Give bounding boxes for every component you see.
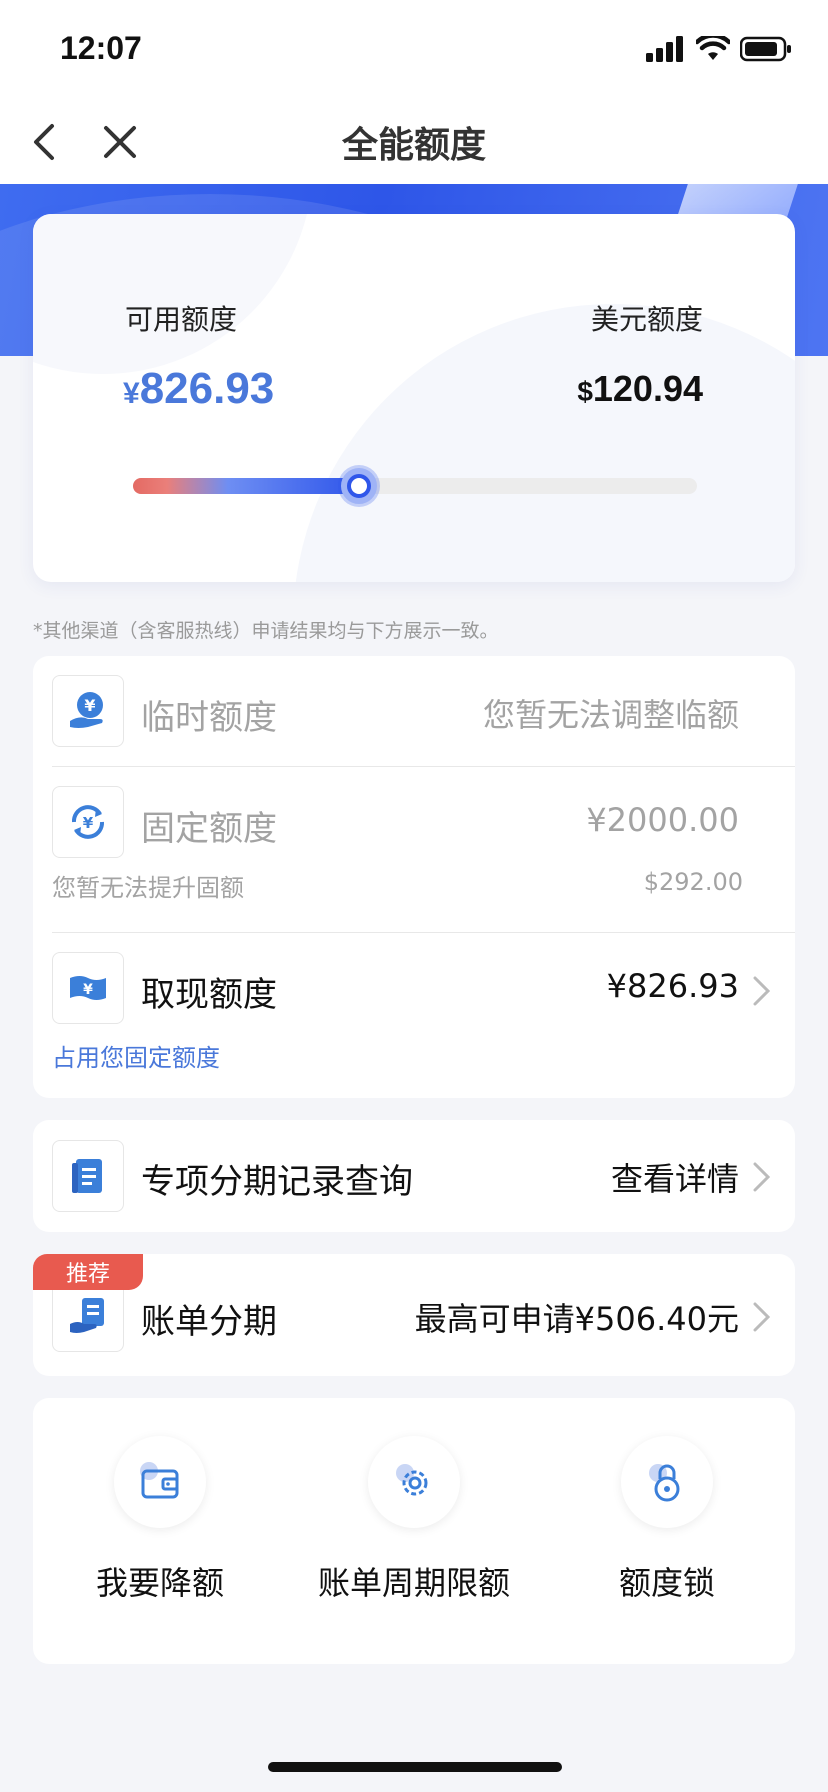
bill-hand-icon <box>70 1298 104 1333</box>
temporary-quota-icon-box: ¥ <box>52 675 124 747</box>
temporary-quota-row[interactable]: ¥ 临时额度 您暂无法调整临额 <box>33 656 795 766</box>
installment-records-link[interactable]: 查看详情 <box>611 1154 739 1200</box>
quota-usage-bar <box>133 468 697 504</box>
gear-icon <box>396 1464 428 1496</box>
bill-installment-value: 最高可申请¥506.40元 <box>414 1300 739 1338</box>
temporary-quota-title: 临时额度 <box>141 698 277 738</box>
available-quota-value: ¥826.93 <box>123 364 274 414</box>
fixed-quota-row[interactable]: ¥ 固定额度 ¥2000.00 您暂无法提升固额 $292.00 <box>33 768 795 932</box>
yen-cycle-icon: ¥ <box>72 805 104 839</box>
channel-note: *其他渠道（含客服热线）申请结果均与下方展示一致。 <box>33 620 499 642</box>
quota-usage-thumb <box>340 468 377 504</box>
nav-bar: 全能额度 <box>0 100 828 184</box>
cash-quota-row[interactable]: ¥ 取现额度 ¥826.93 占用您固定额度 <box>33 934 795 1098</box>
installment-records-card[interactable]: 专项分期记录查询 查看详情 <box>33 1120 795 1232</box>
cash-quota-icon-box: ¥ <box>52 952 124 1024</box>
svg-text:¥: ¥ <box>83 814 94 832</box>
quota-usage-fill <box>133 478 359 494</box>
home-indicator <box>268 1762 562 1772</box>
wallet-icon <box>140 1462 179 1499</box>
shortcut-bill-cycle-limit[interactable]: 账单周期限额 <box>304 1436 524 1604</box>
shortcut-quota-lock[interactable]: 额度锁 <box>557 1436 777 1604</box>
document-icon <box>72 1159 102 1193</box>
bill-installment-icon-box <box>52 1280 124 1352</box>
status-icons <box>646 36 792 62</box>
currency-symbol: $ <box>577 376 593 407</box>
signal-icon <box>646 36 683 62</box>
bill-installment-card[interactable]: 账单分期 最高可申请¥506.40元 <box>33 1254 795 1376</box>
currency-symbol: ¥ <box>123 377 140 410</box>
chevron-right-icon <box>753 976 771 1006</box>
status-time: 12:07 <box>60 30 142 66</box>
installment-records-title: 专项分期记录查询 <box>141 1162 413 1202</box>
shortcut-icon-circle <box>621 1436 713 1528</box>
bill-installment-title: 账单分期 <box>141 1302 277 1342</box>
usd-amount: 120.94 <box>592 368 703 409</box>
available-amount: 826.93 <box>139 364 275 413</box>
usd-quota-value: $120.94 <box>577 368 703 410</box>
installment-records-icon-box <box>52 1140 124 1212</box>
quota-card: 可用额度 美元额度 ¥826.93 $120.94 <box>33 214 795 582</box>
shortcut-icon-circle <box>368 1436 460 1528</box>
chevron-right-icon <box>753 1162 771 1192</box>
fixed-quota-usd: $292.00 <box>643 868 743 896</box>
cash-quota-note: 占用您固定额度 <box>52 1044 220 1072</box>
shortcut-label: 我要降额 <box>95 1564 224 1602</box>
fixed-quota-icon-box: ¥ <box>52 786 124 858</box>
shortcut-label: 额度锁 <box>618 1564 715 1602</box>
card-decoration <box>293 304 795 582</box>
battery-icon <box>740 36 791 62</box>
shortcut-label: 账单周期限额 <box>317 1564 510 1602</box>
fixed-quota-value: ¥2000.00 <box>586 801 739 839</box>
wifi-icon <box>696 36 730 60</box>
card-decoration <box>33 214 313 374</box>
fixed-quota-note: 您暂无法提升固额 <box>52 874 244 902</box>
svg-text:¥: ¥ <box>83 982 93 998</box>
usd-quota-label: 美元额度 <box>590 303 703 336</box>
recommend-badge: 推荐 <box>33 1254 143 1290</box>
svg-text:¥: ¥ <box>84 696 95 715</box>
hand-yen-icon: ¥ <box>70 692 103 728</box>
banknote-icon: ¥ <box>70 976 106 1000</box>
cash-quota-value: ¥826.93 <box>606 967 739 1005</box>
shortcut-reduce-quota[interactable]: 我要降额 <box>50 1436 270 1604</box>
fixed-quota-title: 固定额度 <box>141 809 277 849</box>
page-title: 全能额度 <box>341 125 486 166</box>
available-quota-label: 可用额度 <box>125 303 238 336</box>
chevron-right-icon <box>753 1302 771 1332</box>
temporary-quota-value: 您暂无法调整临额 <box>482 696 739 734</box>
divider <box>52 932 795 933</box>
cash-quota-title: 取现额度 <box>141 975 277 1015</box>
lock-icon <box>649 1464 680 1502</box>
quota-list-card: ¥ 临时额度 您暂无法调整临额 ¥ 固定额度 ¥2000.00 您暂无法提升固额… <box>33 656 795 1098</box>
status-bar: 12:07 <box>0 0 828 100</box>
shortcut-icon-circle <box>114 1436 206 1528</box>
divider <box>52 766 795 767</box>
